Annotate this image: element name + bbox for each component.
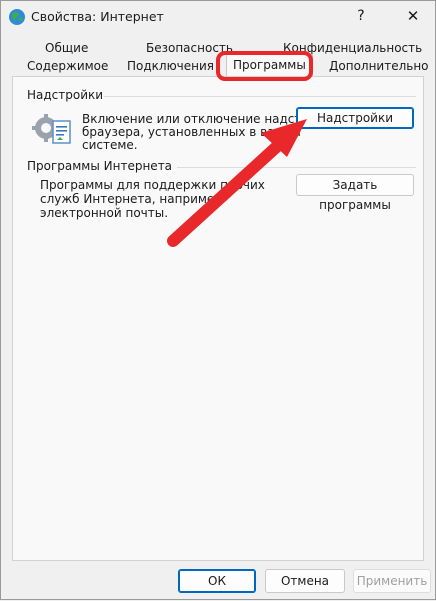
addons-desc-line3: системе. <box>82 138 138 152</box>
addons-divider <box>104 96 416 97</box>
addons-desc-line1: Включение или отключение надстроек <box>82 112 331 126</box>
tab-general[interactable]: Общие <box>45 41 88 55</box>
tab-connections[interactable]: Подключения <box>127 59 214 73</box>
tab-panel-programs <box>12 76 424 561</box>
internet-programs-divider <box>177 167 416 168</box>
ok-button[interactable]: ОК <box>178 569 256 593</box>
internet-programs-group-title: Программы Интернета <box>27 159 173 173</box>
tab-security[interactable]: Безопасность <box>146 41 233 55</box>
internet-programs-desc-line3: электронной почты. <box>40 206 169 220</box>
tab-privacy[interactable]: Конфиденциальность <box>283 41 422 55</box>
tab-programs[interactable]: Программы <box>226 54 313 77</box>
gear-document-icon <box>32 114 71 144</box>
globe-icon <box>9 9 25 25</box>
addons-button[interactable]: Надстройки <box>296 107 414 129</box>
tab-advanced[interactable]: Дополнительно <box>329 59 429 73</box>
tab-content[interactable]: Содержимое <box>27 59 108 73</box>
internet-programs-desc-line2: служб Интернета, например <box>40 192 222 206</box>
internet-programs-desc-line1: Программы для поддержки прочих <box>40 178 265 192</box>
title-bar: Свойства: Интернет ? ✕ <box>1 1 435 33</box>
addons-group-title: Надстройки <box>27 88 104 102</box>
set-programs-button[interactable]: Задать программы <box>296 174 414 212</box>
help-button[interactable]: ? <box>341 1 381 31</box>
apply-button[interactable]: Применить <box>353 569 431 593</box>
window-title: Свойства: Интернет <box>31 9 164 24</box>
addons-desc-line2: браузера, установленных в вашей <box>82 125 301 139</box>
close-button[interactable]: ✕ <box>393 1 433 31</box>
internet-properties-window: Свойства: Интернет ? ✕ Общие Безопасност… <box>0 0 436 600</box>
cancel-button[interactable]: Отмена <box>265 569 345 593</box>
